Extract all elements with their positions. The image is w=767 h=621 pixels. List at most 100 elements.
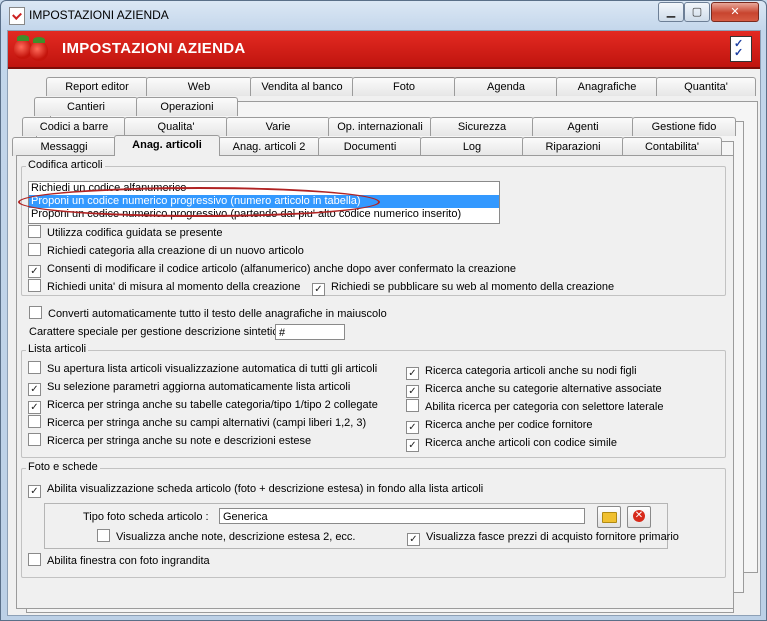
checkbox-lista-right[interactable]: Abilita ricerca per categoria con selett… — [406, 399, 663, 415]
checkbox-label: Ricerca anche articoli con codice simile — [425, 437, 617, 449]
tab-codici-a-barre[interactable]: Codici a barre — [22, 117, 126, 136]
maximize-button[interactable]: ▢ — [684, 2, 710, 22]
folder-button[interactable] — [597, 506, 621, 528]
tab-qualita[interactable]: Qualita' — [124, 117, 228, 136]
checkbox-box[interactable] — [406, 399, 419, 412]
checkbox-label: Visualizza fasce prezzi di acquisto forn… — [426, 531, 679, 543]
checkbox-lista-left[interactable]: Ricerca per stringa anche su note e desc… — [28, 433, 311, 449]
checkbox-box[interactable] — [29, 306, 42, 319]
folder-icon — [602, 512, 617, 523]
checkbox-lista-left[interactable]: ✓ Ricerca per stringa anche su tabelle ca… — [28, 397, 378, 414]
tab-report-editor[interactable]: Report editor — [46, 77, 148, 96]
checkbox-box[interactable] — [28, 553, 41, 566]
checkbox-box[interactable] — [28, 225, 41, 238]
tipo-foto-input[interactable]: Generica — [219, 508, 585, 524]
checkbox-abilita-scheda[interactable]: ✓ Abilita visualizzazione scheda articolo… — [28, 481, 484, 498]
checkbox-label: Ricerca per stringa anche su campi alter… — [47, 417, 367, 429]
checkbox-label: Visualizza anche note, descrizione estes… — [116, 531, 356, 543]
checkbox-lista-right[interactable]: ✓ Ricerca categoria articoli anche su nod… — [406, 363, 637, 380]
tab-agenda[interactable]: Agenda — [454, 77, 558, 96]
checkbox-modifica-codice[interactable]: ✓ Consenti di modificare il codice artico… — [28, 261, 516, 278]
checkbox-lista-right[interactable]: ✓ Ricerca anche articoli con codice simil… — [406, 435, 617, 452]
checklist-icon: ✓ ✓ — [730, 36, 752, 62]
tab-web[interactable]: Web — [146, 77, 252, 96]
checkbox-box[interactable] — [28, 361, 41, 374]
tab-sicurezza[interactable]: Sicurezza — [430, 117, 534, 136]
header-banner: IMPOSTAZIONI AZIENDA ✓ ✓ — [8, 31, 760, 69]
checkbox-label: Ricerca per stringa anche su tabelle cat… — [47, 399, 378, 411]
foto-group-title: Foto e schede — [26, 461, 100, 473]
tab-operazioni[interactable]: Operazioni — [136, 97, 238, 116]
checkbox-codifica-guidata[interactable]: Utilizza codifica guidata se presente — [28, 225, 222, 241]
checkbox-box[interactable]: ✓ — [407, 533, 420, 546]
tab-anagrafiche[interactable]: Anagrafiche — [556, 77, 658, 96]
tab-varie[interactable]: Varie — [226, 117, 330, 136]
tab-contabilita[interactable]: Contabilita' — [622, 137, 722, 156]
checkbox-label: Abilita visualizzazione scheda articolo … — [47, 483, 484, 495]
checkbox-richiedi-categoria[interactable]: Richiedi categoria alla creazione di un … — [28, 243, 304, 259]
checkbox-box[interactable]: ✓ — [28, 265, 41, 278]
tab-quantita[interactable]: Quantita' — [656, 77, 756, 96]
checkbox-box[interactable]: ✓ — [312, 283, 325, 296]
tab-riparazioni[interactable]: Riparazioni — [522, 137, 624, 156]
tab-agenti[interactable]: Agenti — [532, 117, 634, 136]
checkbox-pubblica-web[interactable]: ✓ Richiedi se pubblicare su web al moment… — [312, 279, 614, 296]
client-area: IMPOSTAZIONI AZIENDA ✓ ✓ Report editor Web… — [7, 30, 761, 616]
title-bar[interactable]: IMPOSTAZIONI AZIENDA ▁ ▢ ✕ — [1, 1, 766, 29]
checkbox-lista-left[interactable]: ✓ Su selezione parametri aggiorna automat… — [28, 379, 351, 396]
window-title: IMPOSTAZIONI AZIENDA — [29, 8, 169, 22]
clear-button[interactable]: ✕ — [627, 506, 651, 528]
tab-anag-articoli-2[interactable]: Anag. articoli 2 — [218, 137, 320, 156]
checkbox-label: Ricerca per stringa anche su note e desc… — [47, 435, 312, 447]
checkbox-label: Su apertura lista articoli visualizzazio… — [47, 363, 378, 375]
checkbox-label: Richiedi unita' di misura al momento del… — [47, 281, 301, 293]
checkbox-box[interactable]: ✓ — [28, 401, 41, 414]
codifica-group-title: Codifica articoli — [26, 159, 105, 171]
app-icon — [9, 7, 25, 25]
checkbox-maiuscolo[interactable]: Converti automaticamente tutto il testo … — [29, 306, 387, 322]
checkbox-box[interactable] — [28, 433, 41, 446]
checkbox-lista-right[interactable]: ✓ Ricerca anche per codice fornitore — [406, 417, 593, 434]
tab-messaggi[interactable]: Messaggi — [12, 137, 116, 156]
tab-documenti[interactable]: Documenti — [318, 137, 422, 156]
checkbox-unita-misura[interactable]: Richiedi unita' di misura al momento del… — [28, 279, 300, 295]
checkbox-lista-left[interactable]: Ricerca per stringa anche su campi alter… — [28, 415, 366, 431]
checkbox-box[interactable]: ✓ — [406, 367, 419, 380]
checkbox-label: Ricerca categoria articoli anche su nodi… — [425, 365, 637, 377]
header-title: IMPOSTAZIONI AZIENDA — [62, 40, 246, 57]
tab-foto[interactable]: Foto — [352, 77, 456, 96]
checkbox-label: Abilita finestra con foto ingrandita — [47, 555, 210, 567]
checkbox-visualizza-note[interactable]: Visualizza anche note, descrizione estes… — [97, 529, 356, 545]
checkbox-box[interactable]: ✓ — [28, 485, 41, 498]
highlight-annotation — [18, 187, 380, 217]
checkbox-label: Converti automaticamente tutto il testo … — [48, 308, 387, 320]
close-button[interactable]: ✕ — [711, 2, 759, 22]
strawberry-icon — [30, 37, 48, 61]
checkbox-box[interactable]: ✓ — [28, 383, 41, 396]
special-char-input[interactable]: # — [275, 324, 345, 340]
checkbox-lista-left[interactable]: Su apertura lista articoli visualizzazio… — [28, 361, 377, 377]
minimize-button[interactable]: ▁ — [658, 2, 684, 22]
checkbox-box[interactable]: ✓ — [406, 439, 419, 452]
tab-anag-articoli[interactable]: Anag. articoli — [114, 135, 220, 156]
checkbox-box[interactable] — [28, 279, 41, 292]
tab-log[interactable]: Log — [420, 137, 524, 156]
checkbox-box[interactable] — [97, 529, 110, 542]
checkbox-box[interactable]: ✓ — [406, 421, 419, 434]
tipo-foto-label: Tipo foto scheda articolo : — [83, 511, 209, 523]
tab-cantieri[interactable]: Cantieri — [34, 97, 138, 116]
checkbox-label: Su selezione parametri aggiorna automati… — [47, 381, 351, 393]
foto-group: Foto e schede ✓ Abilita visualizzazione s… — [21, 461, 726, 578]
checkbox-box[interactable] — [28, 243, 41, 256]
checkbox-box[interactable]: ✓ — [406, 385, 419, 398]
checkbox-foto-ingrandita[interactable]: Abilita finestra con foto ingrandita — [28, 553, 210, 569]
tab-gestione-fido[interactable]: Gestione fido — [632, 117, 736, 136]
checkbox-box[interactable] — [28, 415, 41, 428]
checkbox-lista-right[interactable]: ✓ Ricerca anche su categorie alternative … — [406, 381, 662, 398]
scheda-panel: Tipo foto scheda articolo : Generica ✕ V… — [44, 503, 679, 549]
tab-vendita-al-banco[interactable]: Vendita al banco — [250, 77, 354, 96]
lista-group-title: Lista articoli — [26, 343, 89, 355]
checkbox-fasce-prezzi[interactable]: ✓ Visualizza fasce prezzi di acquisto for… — [407, 529, 679, 546]
special-char-label: Carattere speciale per gestione descrizi… — [29, 326, 291, 338]
tab-op-internazionali[interactable]: Op. internazionali — [328, 117, 432, 136]
